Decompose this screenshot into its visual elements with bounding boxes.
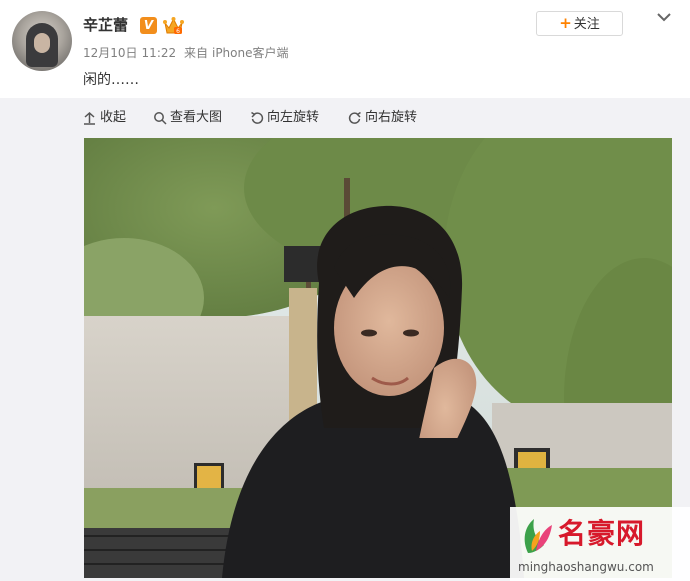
weibo-post-card: 辛芷蕾 V 6 12月10日 11:22 来自 iPhone客户端 闲的…… + 关注 [0,0,690,581]
watermark-logo-icon [524,519,552,553]
plus-icon: + [559,14,572,32]
post-source[interactable]: iPhone客户端 [212,46,289,60]
vip-crown-icon[interactable]: 6 [163,16,184,36]
verified-badge-icon: V [140,17,157,34]
collapse-label: 收起 [100,110,127,125]
magnifier-icon [154,112,167,125]
rotate-right-icon [348,111,361,124]
post-header: 辛芷蕾 V 6 12月10日 11:22 来自 iPhone客户端 闲的…… + 关注 [0,0,690,98]
username[interactable]: 辛芷蕾 [83,15,128,35]
source-prefix: 来自 [183,46,208,60]
rotate-left-icon [251,111,264,124]
follow-label: 关注 [573,17,600,32]
post-content: 闲的…… [83,72,139,88]
follow-button[interactable]: + 关注 [536,11,623,36]
collapse-icon [84,111,95,125]
watermark-name: 名豪网 [558,517,646,550]
rotate-right-label: 向右旋转 [365,110,418,125]
watermark-url: minghaoshangwu.com [518,560,654,574]
avatar-face-shape [34,33,50,53]
post-date[interactable]: 12月10日 [83,46,138,60]
site-watermark: 名豪网 minghaoshangwu.com [510,507,690,581]
svg-text:6: 6 [176,28,180,35]
avatar[interactable] [12,11,72,71]
post-time[interactable]: 11:22 [142,46,177,60]
view-large-label: 查看大图 [170,110,223,125]
rotate-left-label: 向左旋转 [267,110,320,125]
chevron-down-icon[interactable] [656,10,672,24]
post-meta: 12月10日 11:22 来自 iPhone客户端 [83,45,293,61]
